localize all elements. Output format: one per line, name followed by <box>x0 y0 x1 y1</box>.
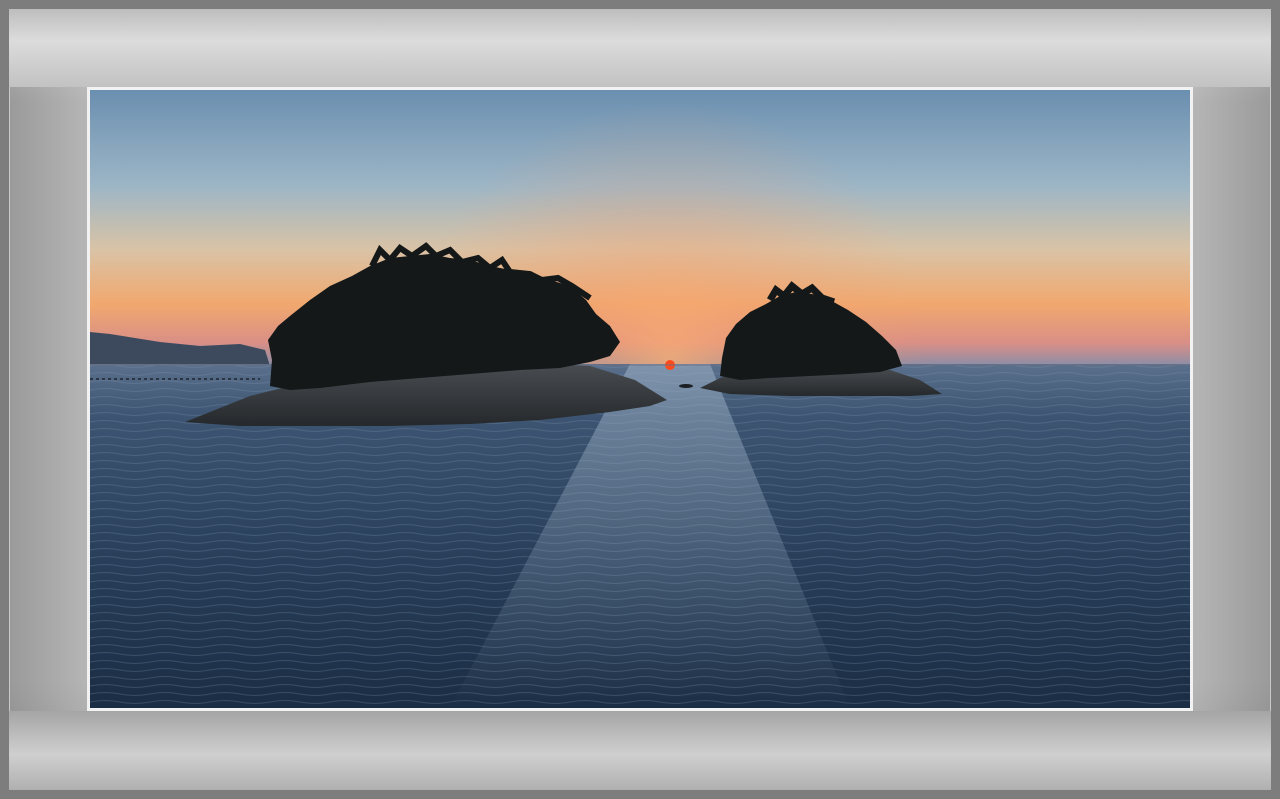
sunset-photo <box>90 90 1190 708</box>
mat-bottom-highlight <box>9 711 1271 790</box>
mat-top-highlight <box>9 9 1271 87</box>
small-rock <box>679 384 693 388</box>
sky-glow <box>90 90 1190 365</box>
photo-canvas <box>90 90 1190 708</box>
